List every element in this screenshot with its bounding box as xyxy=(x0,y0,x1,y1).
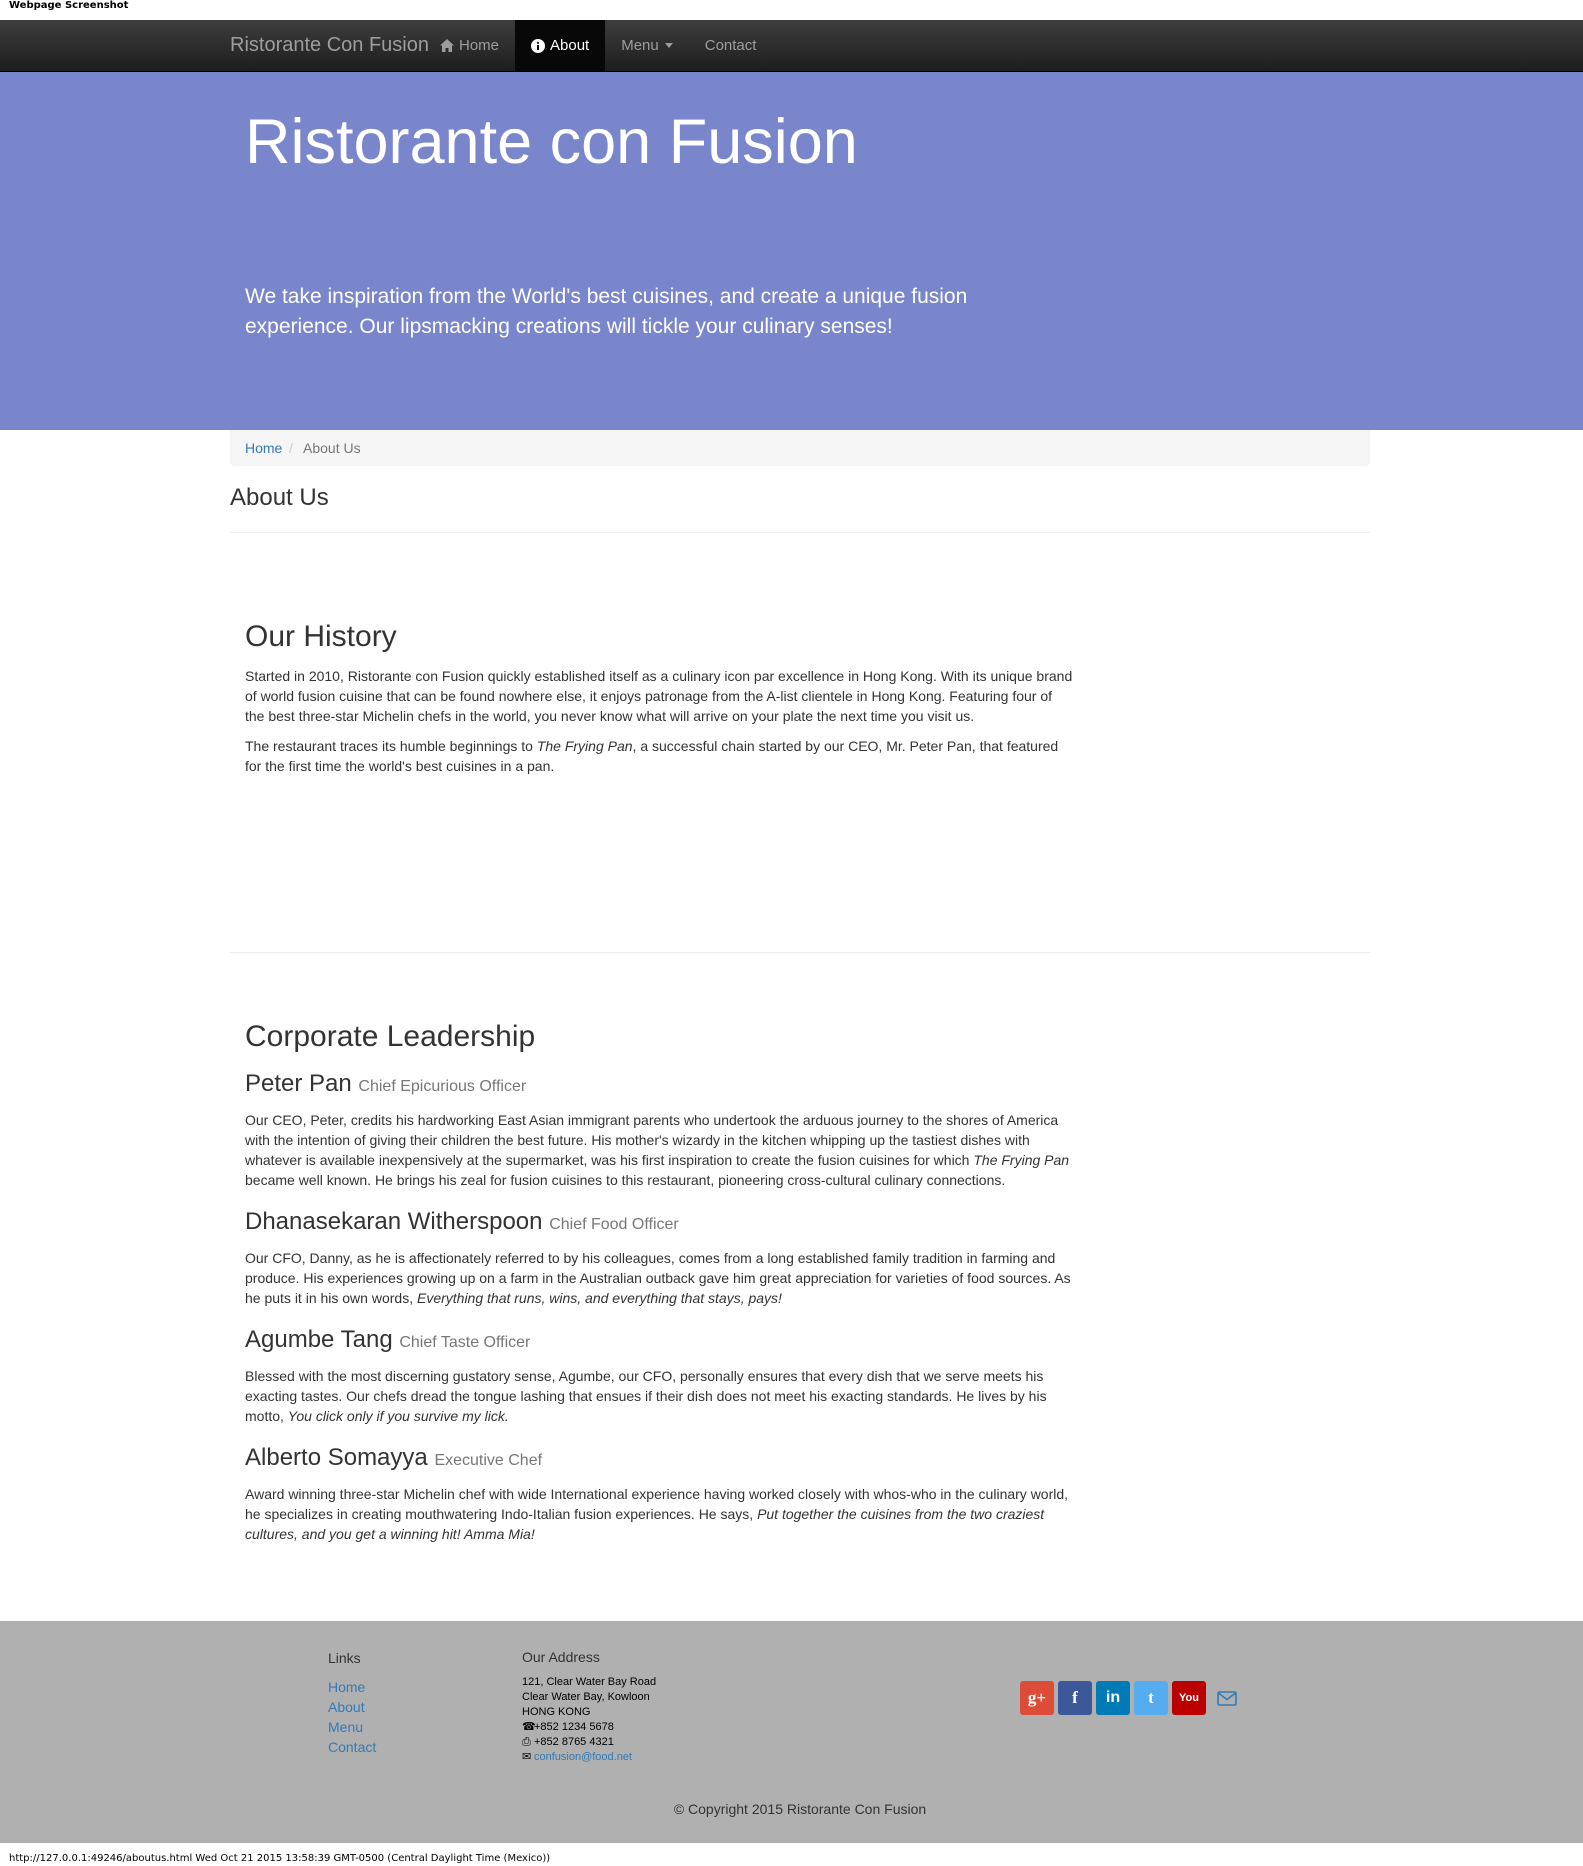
fax-icon: ⎙ xyxy=(522,1736,531,1748)
facebook-icon[interactable]: f xyxy=(1058,1681,1092,1715)
address-line: HONG KONG xyxy=(522,1706,591,1718)
leader-heading: Alberto Somayya Executive Chef xyxy=(245,1444,1075,1472)
leadership-section: Corporate Leadership Peter Pan Chief Epi… xyxy=(245,1020,1075,1544)
breadcrumb-home-link[interactable]: Home xyxy=(245,440,282,456)
footer-link-home[interactable]: Home xyxy=(328,1677,376,1697)
leader-role: Chief Taste Officer xyxy=(399,1334,531,1351)
nav-menu-label: Menu xyxy=(621,37,659,54)
leader-name: Alberto Somayya xyxy=(245,1444,428,1471)
leader-bio: Blessed with the most discerning gustato… xyxy=(245,1368,1047,1424)
leader-heading: Agumbe Tang Chief Taste Officer xyxy=(245,1326,1075,1354)
home-icon xyxy=(440,39,454,52)
envelope-icon: ✉ xyxy=(522,1751,532,1763)
footer-link-contact[interactable]: Contact xyxy=(328,1737,376,1757)
mail-icon[interactable] xyxy=(1210,1681,1244,1715)
leader-card: Agumbe Tang Chief Taste Officer Blessed … xyxy=(245,1326,1075,1426)
google-plus-icon[interactable]: g+ xyxy=(1020,1681,1054,1715)
history-paragraph-1: Started in 2010, Ristorante con Fusion q… xyxy=(245,668,1073,724)
social-buttons: g+ f in t You xyxy=(1020,1681,1244,1715)
leader-card: Peter Pan Chief Epicurious Officer Our C… xyxy=(245,1070,1075,1190)
phone-icon: ☎ xyxy=(522,1721,536,1733)
leader-bio: Award winning three-star Michelin chef w… xyxy=(245,1486,1069,1542)
footer-address: Our Address 121, Clear Water Bay Road Cl… xyxy=(522,1650,656,1765)
leadership-title: Corporate Leadership xyxy=(245,1020,536,1053)
nav-about[interactable]: About xyxy=(515,20,606,71)
nav-home[interactable]: Home xyxy=(424,20,515,71)
copyright: © Copyright 2015 Ristorante Con Fusion xyxy=(673,1801,927,1817)
leader-name: Agumbe Tang xyxy=(245,1326,393,1353)
leader-name: Dhanasekaran Witherspoon xyxy=(245,1208,543,1235)
nav-home-label: Home xyxy=(459,37,500,54)
footer-link-menu[interactable]: Menu xyxy=(328,1717,376,1737)
divider xyxy=(230,952,1370,953)
leader-card: Dhanasekaran Witherspoon Chief Food Offi… xyxy=(245,1208,1075,1308)
breadcrumb-separator: / xyxy=(289,440,293,456)
nav-contact-label: Contact xyxy=(704,37,757,54)
jumbotron-text: We take inspiration from the World's bes… xyxy=(245,285,968,338)
leader-name: Peter Pan xyxy=(245,1070,352,1097)
navbar: Ristorante Con Fusion Home About Menu Co… xyxy=(0,20,1583,72)
fax-row: ⎙ +852 8765 4321 xyxy=(522,1736,614,1748)
phone-row: ☎+852 1234 5678 xyxy=(522,1721,614,1733)
info-icon xyxy=(531,38,546,53)
footer-links: Links Home About Menu Contact xyxy=(328,1650,376,1757)
leader-role: Chief Food Officer xyxy=(549,1216,679,1233)
leader-bio: Our CFO, Danny, as he is affectionately … xyxy=(245,1250,1071,1306)
leader-role: Executive Chef xyxy=(434,1452,543,1469)
leader-heading: Peter Pan Chief Epicurious Officer xyxy=(245,1070,1075,1098)
capture-label: Webpage Screenshot xyxy=(9,0,129,11)
history-paragraph-2: The restaurant traces its humble beginni… xyxy=(245,738,1059,774)
caret-down-icon xyxy=(664,43,673,48)
breadcrumb: Home / About Us xyxy=(230,430,1370,466)
address-line: 121, Clear Water Bay Road xyxy=(522,1676,657,1688)
navbar-brand[interactable]: Ristorante Con Fusion xyxy=(230,20,429,71)
navbar-nav: Home About Menu Contact xyxy=(424,20,772,71)
footer-link-about[interactable]: About xyxy=(328,1697,376,1717)
leader-bio: Our CEO, Peter, credits his hardworking … xyxy=(245,1112,1070,1188)
leader-card: Alberto Somayya Executive Chef Award win… xyxy=(245,1444,1075,1544)
youtube-icon[interactable]: You xyxy=(1172,1681,1206,1715)
nav-menu-dropdown[interactable]: Menu xyxy=(605,20,689,71)
jumbotron-title: Ristorante con Fusion xyxy=(245,107,858,177)
leader-heading: Dhanasekaran Witherspoon Chief Food Offi… xyxy=(245,1208,1075,1236)
footer: Links Home About Menu Contact Our Addres… xyxy=(0,1621,1583,1843)
history-title: Our History xyxy=(245,620,397,653)
breadcrumb-current: About Us xyxy=(303,440,361,456)
jumbotron: Ristorante con Fusion We take inspiratio… xyxy=(0,72,1583,430)
divider xyxy=(230,532,1370,533)
nav-about-label: About xyxy=(550,37,590,54)
nav-contact[interactable]: Contact xyxy=(689,20,773,71)
email-row: ✉ confusion@food.net xyxy=(522,1750,656,1765)
footer-links-title: Links xyxy=(328,1650,361,1666)
twitter-icon[interactable]: t xyxy=(1134,1681,1168,1715)
history-section: Our History Started in 2010, Ristorante … xyxy=(245,620,1075,776)
page-title: About Us xyxy=(230,484,329,511)
address-line: Clear Water Bay, Kowloon xyxy=(522,1691,650,1703)
footer-address-title: Our Address xyxy=(522,1649,600,1665)
email-link[interactable]: confusion@food.net xyxy=(534,1751,632,1763)
linkedin-icon[interactable]: in xyxy=(1096,1681,1130,1715)
capture-footer: http://127.0.0.1:49246/aboutus.html Wed … xyxy=(9,1853,551,1864)
leader-role: Chief Epicurious Officer xyxy=(358,1078,527,1095)
